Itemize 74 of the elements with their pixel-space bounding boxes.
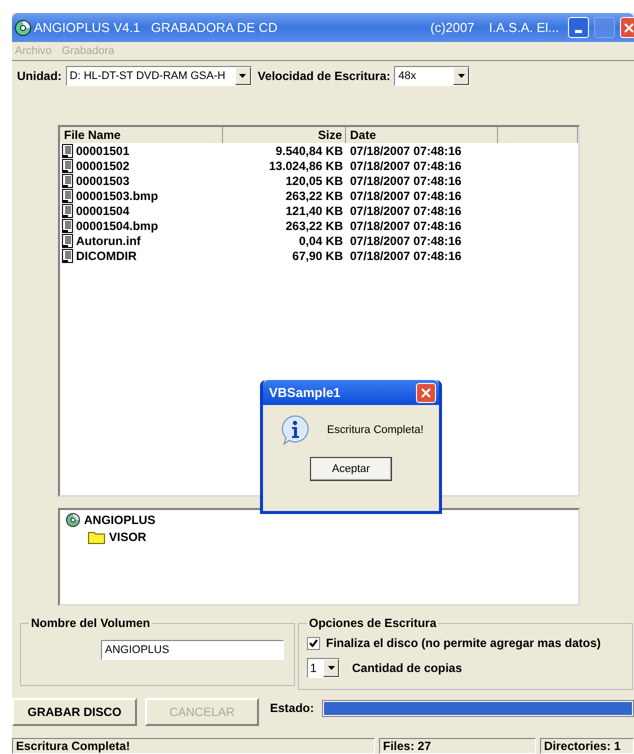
tree-item[interactable]: ANGIOPLUS (84, 510, 156, 528)
drive-dropdown[interactable]: D: HL-DT-ST DVD-RAM GSA-H (66, 66, 252, 86)
minimize-button[interactable] (568, 17, 589, 38)
finalize-checkbox[interactable] (307, 636, 320, 650)
caret-icon (328, 666, 334, 670)
table-cell-text: 120,05 KB (284, 172, 344, 190)
burn-disc-button[interactable]: GRABAR DISCO (12, 698, 137, 726)
file-name[interactable]: Autorun.inf (76, 232, 141, 250)
table-cell-text: 07/18/2007 07:48:16 (349, 248, 462, 264)
table-cell-text: 263,22 KB (284, 218, 344, 234)
column-header[interactable]: Size (223, 127, 346, 143)
table-cell-text: 07/18/2007 07:48:16 (349, 172, 462, 190)
file-icon (62, 234, 73, 248)
table-cell-text: 121,40 KB (284, 202, 344, 220)
finalize-label: Finaliza el disco (no permite agregar mas datos) (326, 635, 601, 652)
speed-dropdown[interactable]: 48x (394, 66, 470, 86)
drive-label: Unidad: (17, 68, 62, 85)
window-title-info: (c)2007 I.A.S.A. El... (430, 18, 559, 37)
file-icon (62, 218, 73, 232)
dialog-message: Escritura Completa! (327, 422, 424, 438)
file-name[interactable]: 00001503.bmp (76, 186, 158, 204)
column-header[interactable]: File Name (60, 127, 223, 143)
folder-icon (88, 530, 105, 544)
status-label: Estado: (270, 700, 314, 717)
table-cell-text: 07/18/2007 07:48:16 (349, 142, 462, 160)
file-name[interactable]: 00001501 (76, 142, 130, 160)
tree-item[interactable]: VISOR (109, 528, 146, 546)
table-cell-text: 07/18/2007 07:48:16 (349, 158, 462, 174)
close-button[interactable] (416, 382, 436, 402)
dropdown-button[interactable] (453, 67, 470, 85)
file-icon (62, 248, 73, 262)
disc-icon (15, 20, 31, 36)
window-title: ANGIOPLUS V4.1 GRABADORA DE CD (34, 18, 278, 37)
file-name[interactable]: DICOMDIR (76, 246, 137, 264)
close-icon (421, 388, 431, 398)
caret-icon (239, 74, 246, 78)
dropdown-button[interactable] (323, 659, 339, 677)
table-cell-text: 07/18/2007 07:48:16 (349, 202, 462, 220)
write-options-legend: Opciones de Escritura (307, 614, 438, 632)
status-bar-panel: Escritura Completa! (12, 738, 375, 754)
table-cell-text: 67,90 KB (291, 248, 344, 264)
volume-legend: Nombre del Volumen (29, 614, 152, 632)
dialog-title: VBSample1 (269, 384, 341, 402)
close-icon (624, 22, 634, 32)
caret-icon (458, 74, 465, 78)
info-icon (281, 415, 309, 445)
table-cell-text: 13.024,86 KB (268, 158, 344, 174)
table-cell-text: 07/18/2007 07:48:16 (349, 188, 462, 204)
status-bar-panel: Directories: 1 (540, 738, 634, 754)
accept-button[interactable]: Aceptar (310, 457, 392, 481)
file-icon (62, 188, 73, 202)
table-cell-text: 9.540,84 KB (274, 142, 344, 160)
status-bar-panel: Files: 27 (379, 738, 536, 754)
file-name[interactable]: 00001504 (76, 202, 130, 220)
table-cell-text: 07/18/2007 07:48:16 (349, 218, 462, 234)
file-name[interactable]: 00001504.bmp (76, 216, 158, 234)
close-button[interactable] (620, 17, 634, 38)
speed-label: Velocidad de Escritura: (258, 68, 390, 85)
check-icon (309, 639, 318, 647)
volume-name-field[interactable]: ANGIOPLUS (101, 640, 284, 660)
file-icon (62, 204, 73, 218)
dropdown-button[interactable] (234, 67, 251, 85)
disc-icon (66, 512, 80, 526)
copies-dropdown[interactable]: 1 (307, 658, 340, 678)
table-cell-text: 0,04 KB (298, 232, 344, 250)
file-name[interactable]: 00001502 (76, 156, 130, 174)
copies-label: Cantidad de copias (352, 660, 462, 677)
table-cell-text: 07/18/2007 07:48:16 (349, 232, 462, 250)
file-icon (62, 144, 73, 158)
column-header[interactable]: Date (346, 127, 498, 143)
table-cell-text: 263,22 KB (284, 188, 344, 204)
file-icon (62, 158, 73, 172)
file-name[interactable]: 00001503 (76, 172, 130, 190)
file-icon (62, 174, 73, 188)
